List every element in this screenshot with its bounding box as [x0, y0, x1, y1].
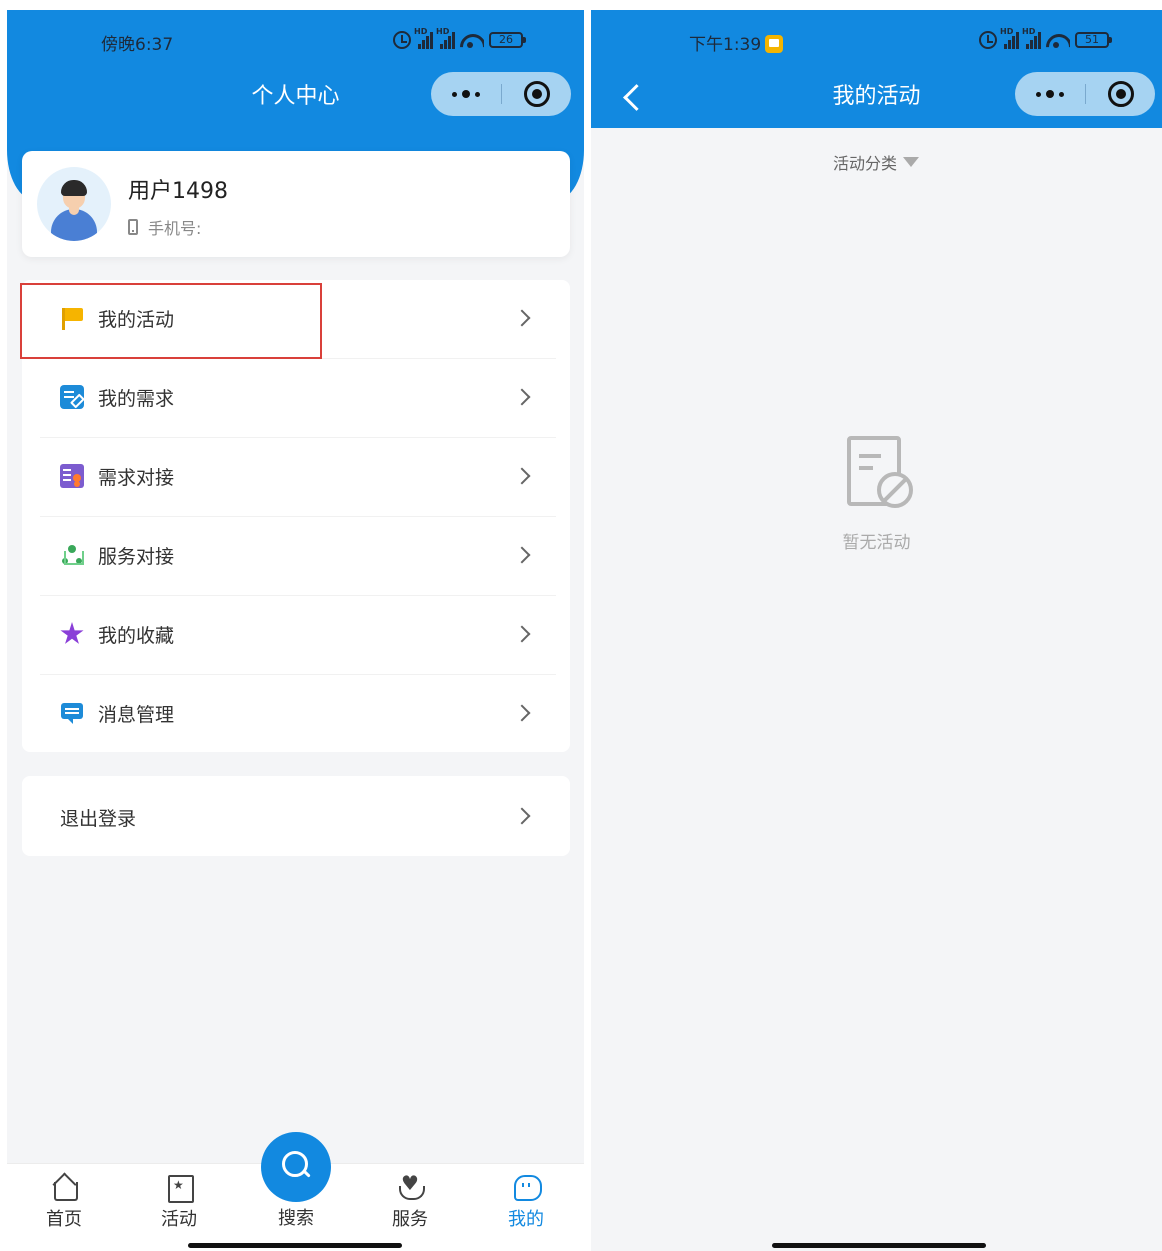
message-icon: [60, 701, 84, 725]
chevron-right-icon: [513, 704, 531, 722]
filter-label: 活动分类: [833, 154, 898, 173]
home-indicator: [772, 1243, 986, 1248]
menu-item-label: 需求对接: [98, 467, 175, 489]
avatar[interactable]: [37, 167, 111, 241]
menu-item-my-favorites[interactable]: 我的收藏: [22, 596, 570, 675]
signal-icon: HD: [436, 27, 455, 49]
logout-label: 退出登录: [60, 808, 137, 830]
my-activities-screen: 下午1:39 HD HD 51 我的活动 活动分类 暂无活动: [591, 10, 1162, 1251]
status-icons: HD HD 26: [393, 27, 526, 52]
close-button[interactable]: [502, 72, 571, 116]
menu-item-my-demands[interactable]: 我的需求: [22, 359, 570, 438]
network-icon: [60, 543, 84, 567]
wifi-icon: [460, 32, 484, 48]
more-button[interactable]: [1015, 72, 1085, 116]
chevron-right-icon: [513, 388, 531, 406]
phone-row: 手机号:: [128, 215, 201, 239]
triangle-down-icon: [903, 157, 920, 167]
more-button[interactable]: [431, 72, 501, 116]
header-bar: 下午1:39 HD HD 51 我的活动: [591, 10, 1162, 128]
user-name: 用户1498: [128, 179, 228, 204]
status-icons: HD HD 51: [979, 27, 1112, 52]
chevron-right-icon: [513, 807, 531, 825]
battery-icon: 51: [1075, 32, 1112, 48]
status-time: 傍晚6:37: [101, 35, 174, 55]
highlight-box: [20, 283, 322, 359]
battery-icon: 26: [489, 32, 526, 48]
category-filter[interactable]: 活动分类: [833, 150, 920, 174]
home-icon: [51, 1174, 78, 1201]
menu-item-label: 我的需求: [98, 388, 175, 410]
tab-activity[interactable]: 活动: [144, 1174, 214, 1236]
star-icon: [60, 622, 84, 644]
signal-icon: HD: [1022, 27, 1041, 49]
logout-button[interactable]: 退出登录: [22, 776, 570, 856]
empty-state-text: 暂无活动: [842, 533, 911, 553]
menu-item-my-activities[interactable]: 我的活动: [20, 280, 570, 359]
profile-icon: [513, 1174, 542, 1201]
mobile-phone-icon: [128, 219, 138, 235]
tab-label: 我的: [508, 1209, 544, 1230]
wifi-icon: [1046, 32, 1070, 48]
close-button[interactable]: [1086, 72, 1155, 116]
menu-item-service-matching[interactable]: 服务对接: [22, 517, 570, 596]
profile-card[interactable]: 用户1498 手机号:: [22, 151, 570, 257]
tab-label: 首页: [46, 1209, 82, 1230]
edit-doc-icon: [60, 385, 84, 409]
chevron-right-icon: [513, 546, 531, 564]
empty-doc-icon: [845, 434, 917, 512]
tab-service[interactable]: 服务: [375, 1171, 445, 1236]
mini-program-capsule: [431, 72, 571, 116]
tab-home[interactable]: 首页: [29, 1174, 99, 1236]
chevron-right-icon: [513, 309, 531, 327]
signal-icon: HD: [1000, 27, 1019, 49]
menu-item-demand-matching[interactable]: 需求对接: [22, 438, 570, 517]
menu-item-label: 服务对接: [98, 546, 175, 568]
activity-icon: [166, 1174, 194, 1203]
alarm-icon: [393, 31, 411, 49]
menu-item-messages[interactable]: 消息管理: [22, 675, 570, 754]
tab-bar: 首页 活动 搜索 服务 我的: [7, 1132, 584, 1251]
signal-icon: HD: [414, 27, 433, 49]
search-button[interactable]: [261, 1132, 331, 1202]
notification-icon: [765, 35, 784, 53]
target-icon: [523, 81, 550, 107]
menu-list: 我的活动 我的需求 需求对接 服务对接 我的收藏 消息管理: [20, 280, 570, 754]
tab-label: 搜索: [278, 1208, 314, 1229]
mini-program-capsule: [1015, 72, 1155, 116]
tab-label: 活动: [161, 1209, 197, 1230]
status-time-text: 下午1:39: [689, 35, 762, 55]
chevron-right-icon: [513, 625, 531, 643]
status-time: 下午1:39: [689, 30, 784, 55]
tab-label: 服务: [392, 1209, 428, 1230]
phone-label: 手机号:: [148, 219, 202, 238]
alarm-icon: [979, 31, 997, 49]
match-doc-icon: [60, 464, 84, 488]
menu-item-label: 我的收藏: [98, 625, 175, 647]
menu-item-label: 消息管理: [98, 704, 175, 726]
target-icon: [1107, 81, 1134, 107]
chevron-right-icon: [513, 467, 531, 485]
heart-hand-icon: [397, 1171, 425, 1200]
tab-me[interactable]: 我的: [491, 1174, 561, 1236]
home-indicator: [188, 1243, 402, 1248]
profile-screen: 傍晚6:37 HD HD 26 个人中心 用户1498 手机号: 我的活动 我的…: [7, 10, 584, 1251]
